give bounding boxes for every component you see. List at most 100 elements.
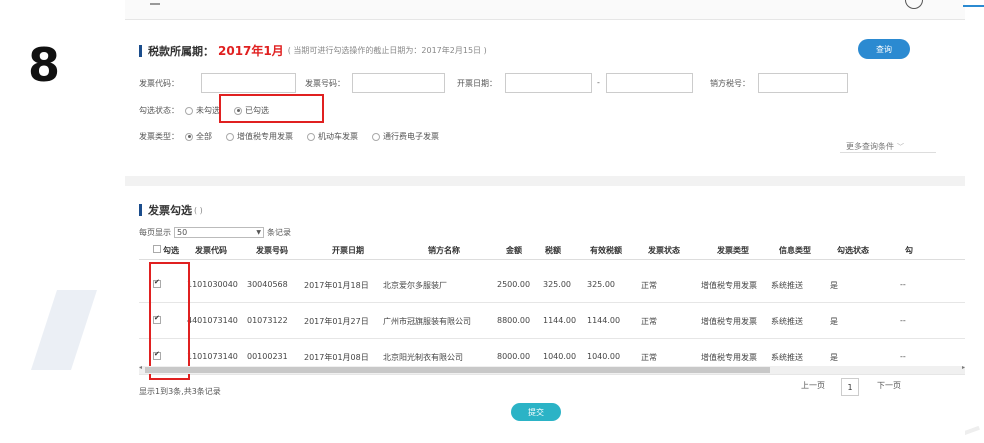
cell-code: 4401073140	[187, 316, 238, 325]
next-page-link[interactable]: 下一页	[877, 380, 901, 391]
per-page-value[interactable]: 50	[177, 228, 187, 237]
invoice-type-label: 发票类型：	[139, 132, 179, 141]
submit-button[interactable]: 提交	[511, 403, 561, 421]
table-row[interactable]: 1101030040 30040568 2017年01月18日 北京爱尔多服装厂…	[139, 267, 965, 303]
cell-type: 增值税专用发票	[701, 353, 757, 362]
date-separator: -	[597, 78, 600, 87]
col-number: 发票号码	[256, 246, 288, 255]
radio-type-vehicle[interactable]	[307, 132, 315, 141]
section-divider	[125, 176, 965, 186]
col-extra: 勾	[905, 246, 913, 255]
more-conditions-label[interactable]: 更多查询条件	[846, 141, 894, 152]
col-seller: 销方名称	[428, 246, 460, 255]
table-row[interactable]: 4401073140 01073122 2017年01月27日 广州市冠旗服装有…	[139, 303, 965, 339]
cell-status: 正常	[641, 317, 657, 326]
cell-amount: 8000.00	[497, 352, 531, 361]
col-type: 发票类型	[717, 246, 749, 255]
invoice-code-label: 发票代码：	[139, 79, 179, 88]
cell-valid-tax: 1144.00	[587, 316, 621, 325]
radio-type-all[interactable]	[185, 132, 193, 141]
invoice-code-input[interactable]	[201, 73, 296, 93]
issue-date-label: 开票日期：	[457, 79, 497, 88]
per-page-select[interactable]: 50 ▼	[174, 227, 264, 238]
cell-tax: 1144.00	[543, 316, 577, 325]
cell-seller: 北京爱尔多服装厂	[383, 281, 447, 290]
cell-number: 30040568	[247, 280, 288, 289]
cell-status: 正常	[641, 353, 657, 362]
radio-type-all-label[interactable]: 全部	[196, 131, 212, 142]
more-conditions-link[interactable]: 更多查询条件 ﹀	[846, 141, 904, 152]
title-bar-marker	[139, 44, 142, 57]
seller-tax-label: 销方税号：	[710, 79, 750, 88]
table-title-suffix: ( )	[194, 205, 203, 215]
cell-tax: 1040.00	[543, 352, 577, 361]
col-select: 勾选	[163, 246, 179, 255]
cell-sel-status: 是	[830, 353, 838, 362]
cell-sel-status: 是	[830, 281, 838, 290]
radio-type-toll[interactable]	[372, 132, 380, 141]
record-summary: 显示1到3条,共3条记录	[139, 387, 221, 396]
radio-unselected[interactable]	[185, 106, 193, 115]
col-sel-status: 勾选状态	[837, 246, 869, 255]
cell-number: 00100231	[247, 352, 288, 361]
cell-sel-status: 是	[830, 317, 838, 326]
step-number: 8	[28, 38, 61, 92]
invoice-number-input[interactable]	[352, 73, 445, 93]
highlight-box	[219, 94, 324, 123]
col-date: 开票日期	[332, 246, 364, 255]
period-value: 2017年1月	[218, 44, 284, 58]
cell-code: 1101073140	[187, 352, 238, 361]
per-page-control: 每页显示 50 ▼ 条记录	[139, 227, 291, 238]
table-section-title: 发票勾选 ( )	[139, 202, 203, 218]
radio-type-toll-label[interactable]: 通行费电子发票	[383, 131, 439, 142]
radio-type-vehicle-label[interactable]: 机动车发票	[318, 131, 358, 142]
table-title: 发票勾选	[148, 204, 192, 217]
radio-type-vat-label[interactable]: 增值税专用发票	[237, 131, 293, 142]
menu-icon[interactable]	[150, 0, 160, 5]
scroll-right-icon[interactable]: ▸	[962, 364, 965, 371]
col-code: 发票代码	[195, 246, 227, 255]
chevron-down-icon[interactable]: ﹀	[897, 142, 904, 152]
col-valid-tax: 有效税额	[590, 246, 622, 255]
cell-number: 01073122	[247, 316, 288, 325]
col-amount: 金额	[506, 246, 522, 255]
query-button[interactable]: 查询	[858, 39, 910, 59]
dropdown-arrow-icon[interactable]: ▼	[256, 228, 261, 237]
top-header-strip	[125, 0, 965, 20]
seller-tax-input[interactable]	[758, 73, 848, 93]
cell-extra: --	[900, 352, 906, 361]
scrollbar-thumb[interactable]	[145, 367, 770, 373]
per-page-label: 每页显示	[139, 228, 171, 237]
cell-seller: 北京阳光制衣有限公司	[383, 353, 463, 362]
per-page-unit: 条记录	[267, 228, 291, 237]
cell-date: 2017年01月18日	[304, 281, 369, 290]
cell-type: 增值税专用发票	[701, 281, 757, 290]
cell-amount: 2500.00	[497, 280, 531, 289]
watermark-shape	[31, 290, 97, 370]
issue-date-end-input[interactable]	[606, 73, 693, 93]
scroll-left-icon[interactable]: ◂	[139, 364, 142, 371]
col-info: 信息类型	[779, 246, 811, 255]
invoice-number-label: 发票号码：	[305, 79, 345, 88]
period-label: 税款所属期：	[148, 44, 214, 58]
header-accent-line	[963, 0, 984, 7]
cell-info: 系统推送	[771, 281, 803, 290]
horizontal-scrollbar[interactable]: ◂ ▸	[139, 364, 965, 374]
radio-unselected-label[interactable]: 未勾选	[196, 105, 220, 116]
cell-info: 系统推送	[771, 317, 803, 326]
issue-date-start-input[interactable]	[505, 73, 592, 93]
select-status-label: 勾选状态：	[139, 106, 179, 115]
checkbox-highlight-box	[149, 262, 190, 380]
table-header: 勾选 发票代码 发票号码 开票日期 销方名称 金额 税额 有效税额 发票状态 发…	[139, 240, 965, 260]
invoice-select-panel: 发票勾选 ( ) 每页显示 50 ▼ 条记录 勾选 发票代码 发票号码 开票日期…	[125, 190, 965, 440]
period-note: ( 当期可进行勾选操作的截止日期为：2017年2月15日 )	[287, 46, 487, 55]
query-panel: 税款所属期： 2017年1月 ( 当期可进行勾选操作的截止日期为：2017年2月…	[125, 33, 965, 168]
cell-extra: --	[900, 316, 906, 325]
current-page[interactable]: 1	[841, 378, 859, 396]
select-all-checkbox[interactable]	[153, 245, 161, 253]
prev-page-link[interactable]: 上一页	[801, 380, 825, 391]
cell-status: 正常	[641, 281, 657, 290]
cell-date: 2017年01月27日	[304, 317, 369, 326]
radio-type-vat[interactable]	[226, 132, 234, 141]
cell-code: 1101030040	[187, 280, 238, 289]
